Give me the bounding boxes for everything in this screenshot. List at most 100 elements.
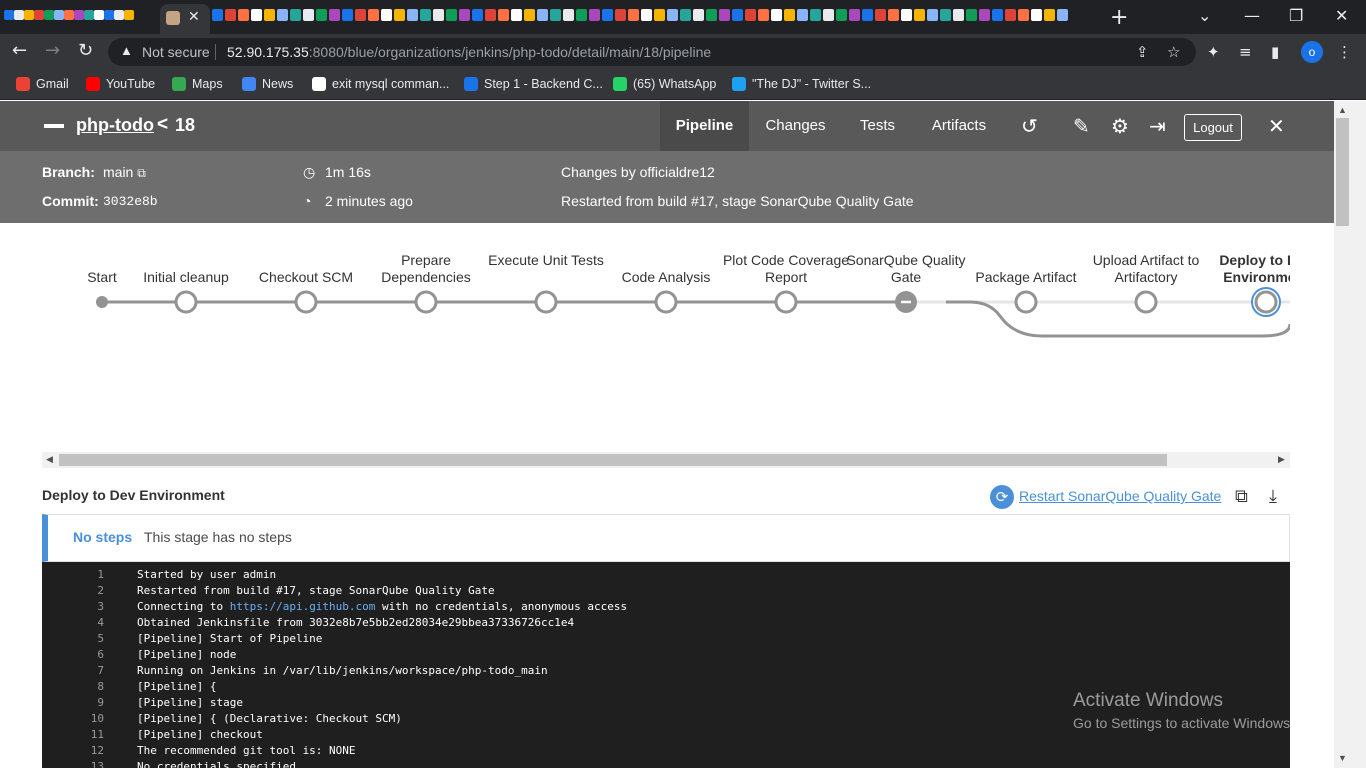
line-number[interactable]: 3: [42, 600, 104, 613]
console-link[interactable]: https://api.github.com: [230, 600, 376, 613]
menu-icon[interactable]: ⋮: [1337, 43, 1352, 61]
stage-label[interactable]: Deploy to Dev Environment: [1201, 252, 1290, 286]
tab-favicon-icon[interactable]: [277, 9, 288, 21]
tab-favicon-icon[interactable]: [758, 9, 769, 21]
line-number[interactable]: 13: [42, 760, 104, 768]
browser-tab[interactable]: [114, 7, 124, 23]
stage-node-not-built[interactable]: [414, 290, 438, 314]
tab-favicon-icon[interactable]: [784, 9, 795, 21]
restart-stage-link[interactable]: Restart SonarQube Quality Gate: [1019, 488, 1221, 504]
browser-tab[interactable]: [34, 7, 44, 23]
tab-favicon-icon[interactable]: [264, 9, 275, 21]
tab-favicon-icon[interactable]: [862, 9, 873, 21]
address-bar[interactable]: ▲ Not secure 52.90.175.35:8080/blue/orga…: [108, 38, 1196, 66]
active-tab[interactable]: ✕: [160, 4, 210, 34]
extensions-icon[interactable]: ✦: [1207, 43, 1220, 61]
browser-tab[interactable]: [4, 7, 14, 23]
page-scrollbar[interactable]: ▲ ▼: [1334, 101, 1366, 768]
branch-value[interactable]: main ⧉: [103, 164, 146, 181]
browser-tab[interactable]: [54, 7, 64, 23]
side-panel-icon[interactable]: ▮: [1271, 43, 1279, 61]
stage-node-not-built[interactable]: [294, 290, 318, 314]
line-number[interactable]: 5: [42, 632, 104, 645]
restore-button[interactable]: ❐: [1289, 6, 1303, 25]
browser-tab[interactable]: [124, 7, 134, 23]
line-number[interactable]: 10: [42, 712, 104, 725]
tab-favicon-icon[interactable]: [472, 9, 483, 21]
tab-favicon-icon[interactable]: [654, 9, 665, 21]
stage-node-not-built[interactable]: [534, 290, 558, 314]
tab-favicon-icon[interactable]: [927, 9, 938, 21]
tab-changes[interactable]: Changes: [756, 101, 835, 151]
tab-favicon-icon[interactable]: [290, 9, 301, 21]
tab-favicon-icon[interactable]: [680, 9, 691, 21]
stage-label[interactable]: Upload Artifact to Artifactory: [1081, 252, 1211, 286]
tab-favicon-icon[interactable]: [693, 9, 704, 21]
line-number[interactable]: 12: [42, 744, 104, 757]
rerun-icon[interactable]: ↺: [1021, 114, 1038, 138]
stage-label[interactable]: Package Artifact: [961, 269, 1091, 286]
tab-favicon-icon[interactable]: [888, 9, 899, 21]
line-number[interactable]: 7: [42, 664, 104, 677]
tab-favicon-icon[interactable]: [966, 9, 977, 21]
tab-favicon-icon[interactable]: [797, 9, 808, 21]
open-in-new-window-icon[interactable]: ⧉: [1235, 486, 1248, 507]
tab-favicon-icon[interactable]: [914, 9, 925, 21]
bookmark-item[interactable]: (65) WhatsApp: [613, 77, 716, 91]
graph-horizontal-scrollbar[interactable]: ◀ ▶: [42, 452, 1290, 468]
tab-favicon-icon[interactable]: [1018, 9, 1029, 21]
tab-favicon-icon[interactable]: [771, 9, 782, 21]
stage-node-not-built[interactable]: [1134, 290, 1158, 314]
scroll-left-icon[interactable]: ◀: [46, 454, 53, 465]
warning-icon[interactable]: ▲: [120, 43, 133, 58]
tab-tests[interactable]: Tests: [850, 101, 905, 151]
settings-gear-icon[interactable]: ⚙: [1111, 114, 1129, 138]
external-link-icon[interactable]: ⧉: [137, 166, 146, 180]
browser-tab[interactable]: [74, 7, 84, 23]
browser-tab[interactable]: [104, 7, 114, 23]
commit-value[interactable]: 3032e8b: [103, 194, 158, 209]
tab-favicon-icon[interactable]: [433, 9, 444, 21]
stage-label[interactable]: Prepare Dependencies: [361, 252, 491, 286]
tab-favicon-icon[interactable]: [719, 9, 730, 21]
bookmark-item[interactable]: Gmail: [16, 77, 69, 91]
stage-label[interactable]: Plot Code Coverage Report: [721, 252, 851, 286]
stage-node-selected[interactable]: [1254, 290, 1278, 314]
download-log-icon[interactable]: ⤓: [1269, 486, 1277, 507]
restart-stage-icon[interactable]: ⟳: [990, 485, 1014, 509]
tab-favicon-icon[interactable]: [641, 9, 652, 21]
tab-favicon-icon[interactable]: [524, 9, 535, 21]
tab-favicon-icon[interactable]: [550, 9, 561, 21]
profile-avatar[interactable]: o: [1301, 41, 1323, 63]
share-icon[interactable]: ⇪: [1136, 43, 1149, 61]
browser-tab[interactable]: [14, 7, 24, 23]
tab-favicon-icon[interactable]: [394, 9, 405, 21]
security-label[interactable]: Not secure: [142, 44, 210, 60]
tab-favicon-icon[interactable]: [823, 9, 834, 21]
new-tab-button[interactable]: +: [1110, 5, 1128, 30]
tab-favicon-icon[interactable]: [810, 9, 821, 21]
console-log[interactable]: 1 Started by user admin 2 Restarted from bu…: [42, 562, 1290, 768]
browser-tab[interactable]: [64, 7, 74, 23]
scroll-right-icon[interactable]: ▶: [1278, 454, 1285, 465]
tab-favicon-icon[interactable]: [381, 9, 392, 21]
bookmark-item[interactable]: exit mysql comman...: [312, 77, 449, 91]
forward-icon[interactable]: →: [45, 40, 60, 61]
tab-artifacts[interactable]: Artifacts: [924, 101, 994, 151]
tab-favicon-icon[interactable]: [992, 9, 1003, 21]
tab-favicon-icon[interactable]: [225, 9, 236, 21]
tab-favicon-icon[interactable]: [615, 9, 626, 21]
stage-label[interactable]: Initial cleanup: [121, 269, 251, 286]
tab-favicon-icon[interactable]: [238, 9, 249, 21]
tab-favicon-icon[interactable]: [836, 9, 847, 21]
browser-tab[interactable]: [24, 7, 34, 23]
minimize-button[interactable]: —: [1244, 6, 1260, 25]
stage-label[interactable]: Execute Unit Tests: [481, 252, 611, 269]
stage-label[interactable]: SonarQube Quality Gate: [841, 252, 971, 286]
collapse-icon[interactable]: [44, 124, 64, 128]
tab-favicon-icon[interactable]: [576, 9, 587, 21]
tab-favicon-icon[interactable]: [251, 9, 262, 21]
line-number[interactable]: 9: [42, 696, 104, 709]
tab-favicon-icon[interactable]: [953, 9, 964, 21]
bookmark-star-icon[interactable]: ☆: [1167, 43, 1180, 61]
